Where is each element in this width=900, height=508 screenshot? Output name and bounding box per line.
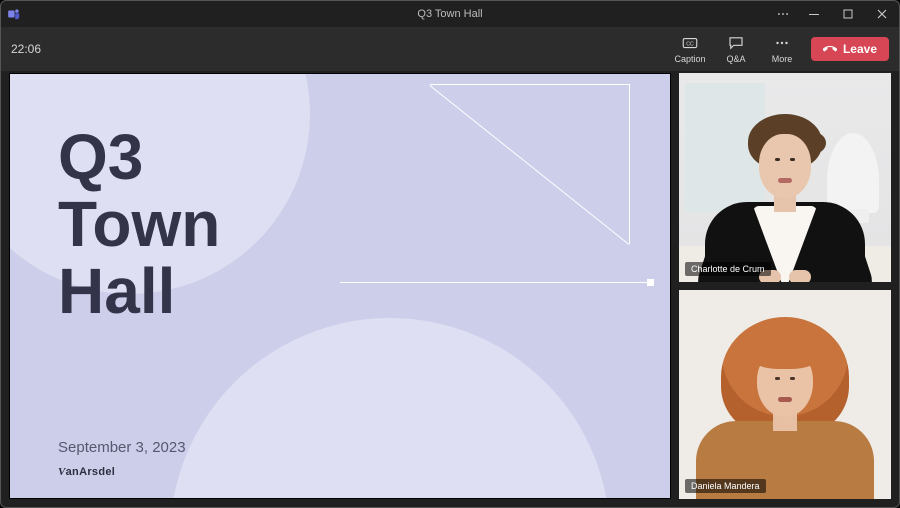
shared-slide[interactable]: Q3 Town Hall September 3, 2023 VanArsdel bbox=[9, 73, 671, 499]
window-controls bbox=[769, 1, 899, 27]
participant-strip: Charlotte de Crum Daniela Mandera bbox=[679, 73, 891, 499]
app-window: Q3 Town Hall 22:06 CC Caption bbox=[0, 0, 900, 508]
title-bar: Q3 Town Hall bbox=[1, 1, 899, 27]
meeting-timer: 22:06 bbox=[11, 42, 41, 56]
more-icon bbox=[773, 34, 791, 52]
participant-name: Daniela Mandera bbox=[685, 479, 766, 493]
more-label: More bbox=[772, 54, 793, 64]
participant-name: Charlotte de Crum bbox=[685, 262, 771, 276]
qa-label: Q&A bbox=[726, 54, 745, 64]
title-more-icon[interactable] bbox=[769, 1, 797, 27]
slide-decoration-line bbox=[340, 282, 650, 283]
meeting-toolbar: 22:06 CC Caption Q&A More bbox=[1, 27, 899, 71]
participant-tile[interactable]: Daniela Mandera bbox=[679, 290, 891, 499]
leave-label: Leave bbox=[843, 42, 877, 56]
participant-video bbox=[679, 73, 891, 282]
close-button[interactable] bbox=[865, 1, 899, 27]
slide-decoration-circle bbox=[170, 318, 610, 499]
teams-app-icon bbox=[1, 7, 27, 21]
slide-decoration-triangle bbox=[430, 84, 630, 244]
caption-icon: CC bbox=[681, 34, 699, 52]
meeting-stage: Q3 Town Hall September 3, 2023 VanArsdel bbox=[9, 73, 891, 499]
leave-button[interactable]: Leave bbox=[811, 37, 889, 61]
qa-button[interactable]: Q&A bbox=[719, 34, 753, 64]
participant-tile[interactable]: Charlotte de Crum bbox=[679, 73, 891, 282]
window-title: Q3 Town Hall bbox=[1, 8, 899, 20]
svg-text:CC: CC bbox=[686, 41, 694, 47]
hangup-icon bbox=[823, 42, 837, 56]
slide-title: Q3 Town Hall bbox=[58, 124, 220, 326]
qa-icon bbox=[727, 34, 745, 52]
maximize-button[interactable] bbox=[831, 1, 865, 27]
participant-video bbox=[679, 290, 891, 499]
slide-date: September 3, 2023 bbox=[58, 439, 186, 456]
slide-brand: VanArsdel bbox=[58, 466, 115, 478]
caption-label: Caption bbox=[674, 54, 705, 64]
caption-button[interactable]: CC Caption bbox=[673, 34, 707, 64]
more-button[interactable]: More bbox=[765, 34, 799, 64]
minimize-button[interactable] bbox=[797, 1, 831, 27]
